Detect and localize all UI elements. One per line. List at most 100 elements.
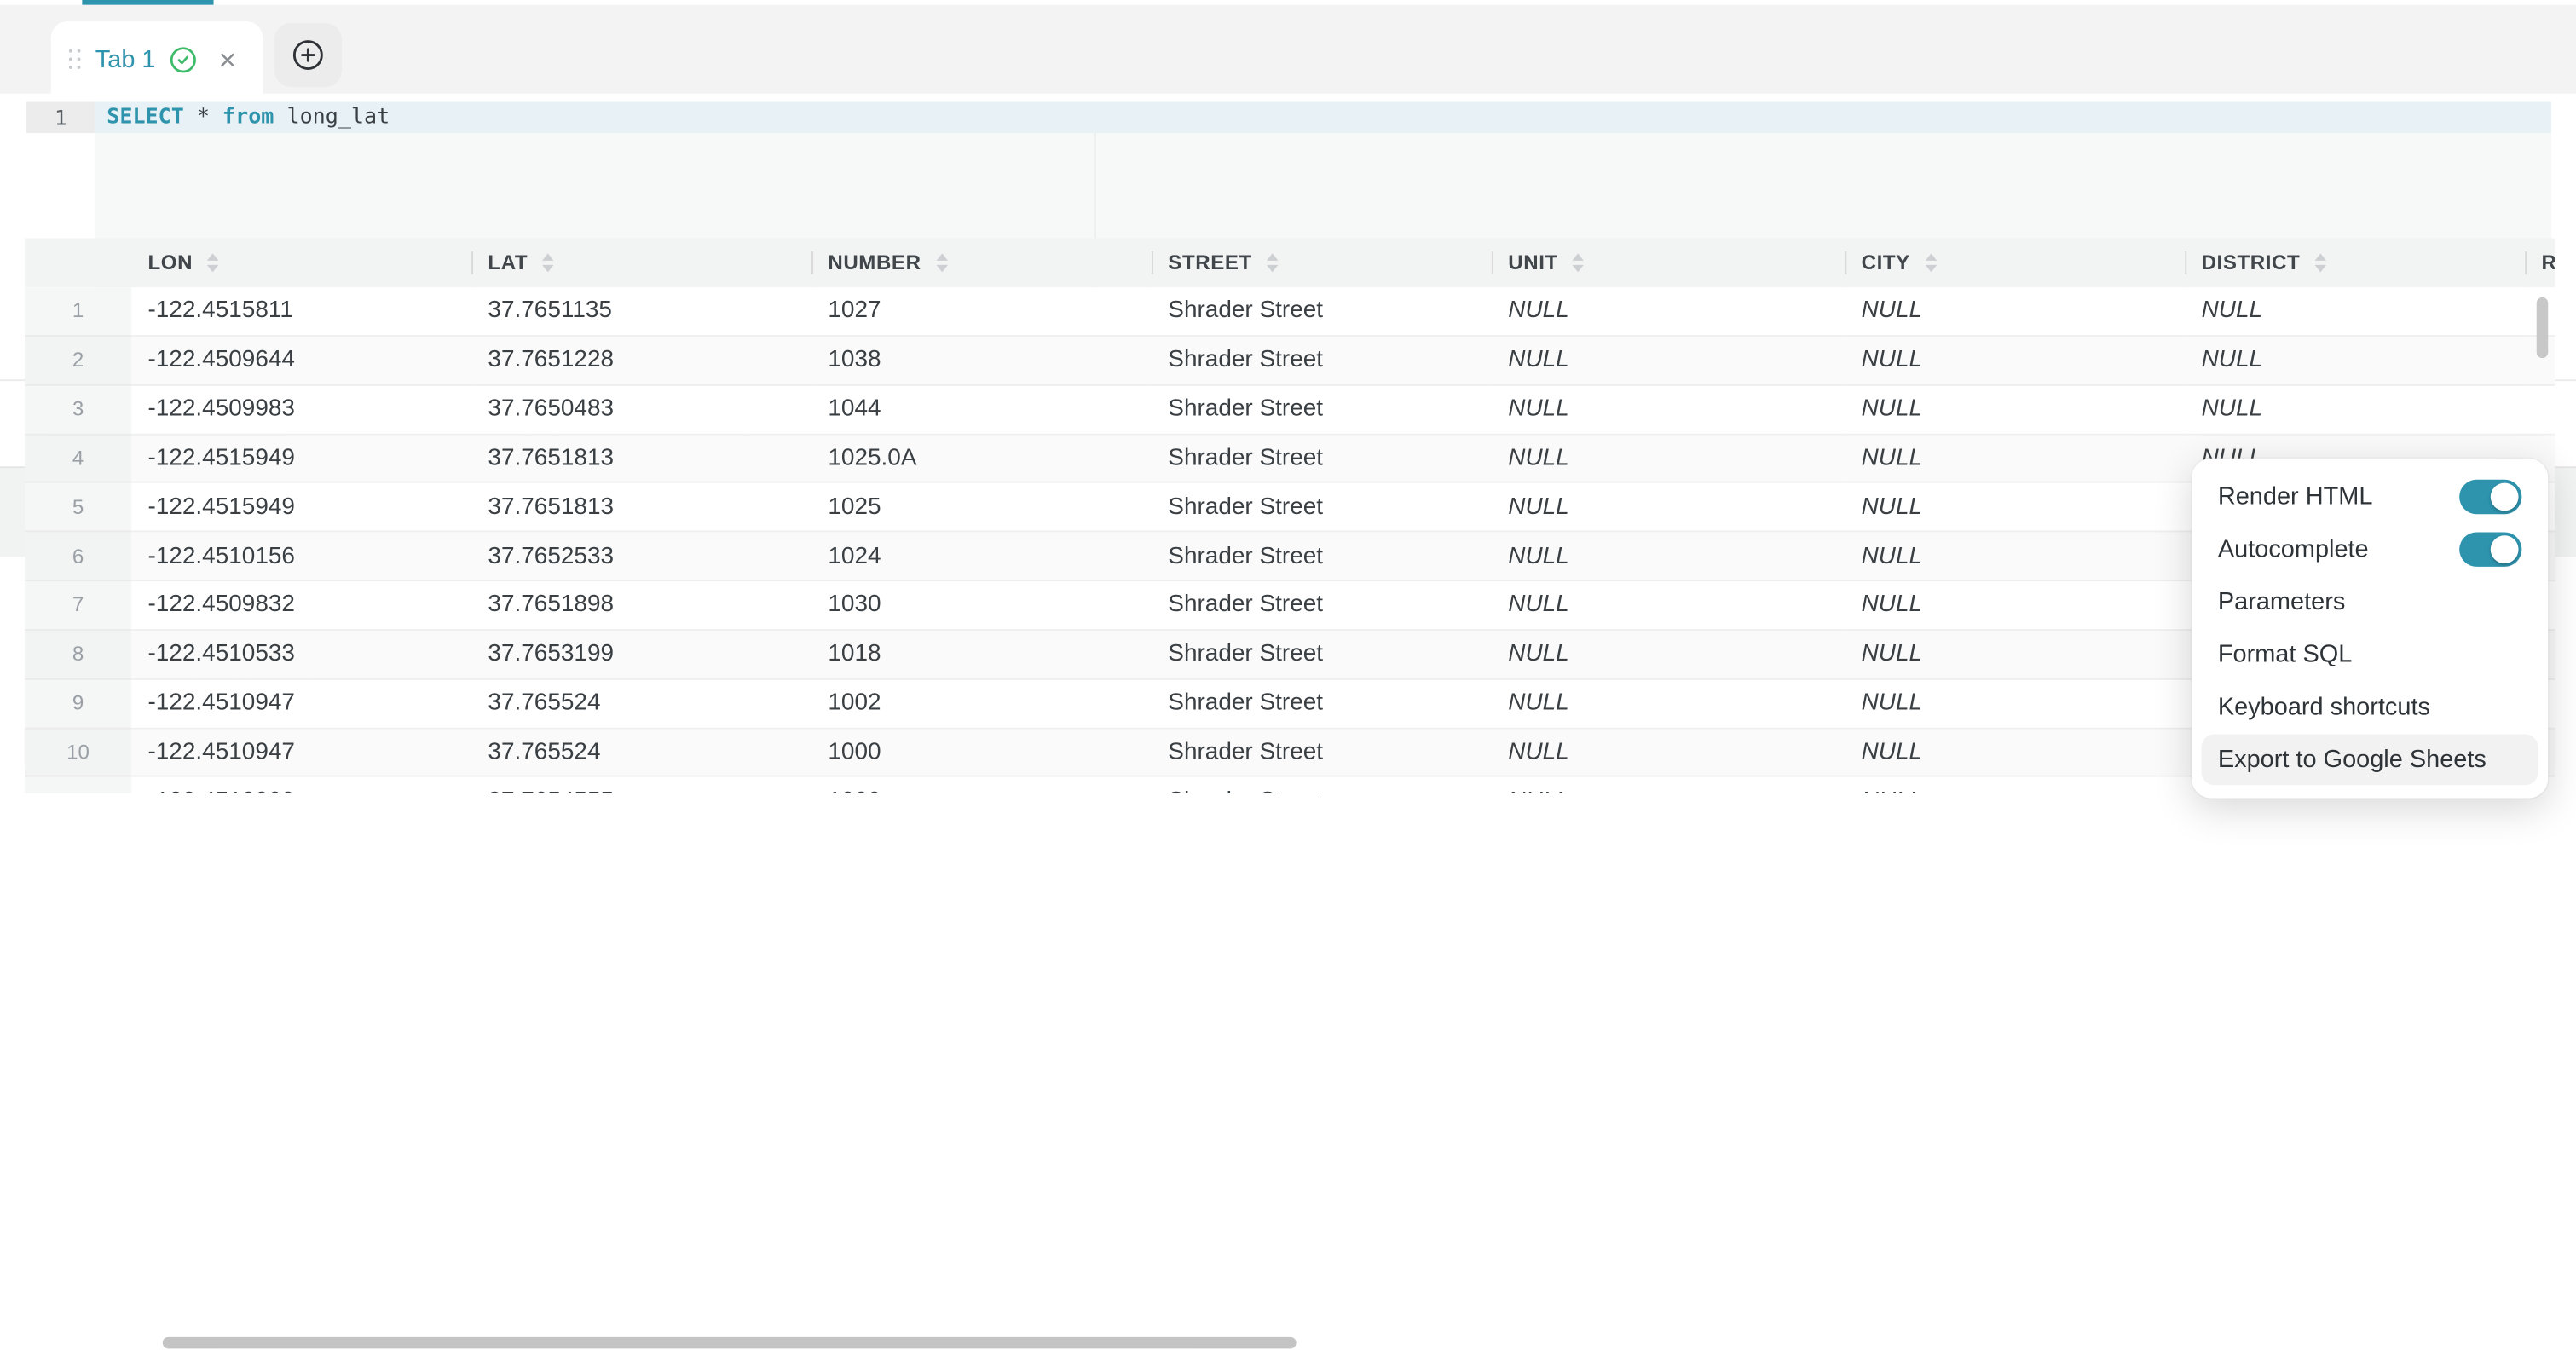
table-cell: 37.7652533 — [471, 533, 811, 582]
table-cell: 37.765524 — [471, 729, 811, 778]
horizontal-scrollbar[interactable] — [163, 1337, 1297, 1348]
table-cell: 37.7651135 — [471, 287, 811, 337]
table-row: 11-122.451090937.76545551000Shrader Stre… — [25, 777, 2555, 793]
column-header-number[interactable]: NUMBER — [811, 238, 1152, 287]
table-cell: 1038 — [811, 337, 1152, 386]
menu-item-autocomplete[interactable]: Autocomplete — [2202, 524, 2538, 575]
table-cell: -122.4509983 — [131, 385, 471, 435]
menu-item-label: Render HTML — [2218, 483, 2373, 511]
sort-arrows-icon — [936, 253, 947, 272]
table-cell: NULL — [1492, 287, 1845, 337]
header-corner-cell — [25, 238, 131, 287]
table-cell: NULL — [1492, 729, 1845, 778]
plus-circle-icon — [291, 38, 325, 72]
table-cell: 37.7651228 — [471, 337, 811, 386]
row-number: 7 — [25, 581, 131, 631]
table-cell: -122.4510533 — [131, 631, 471, 680]
table-cell: -122.4510156 — [131, 533, 471, 582]
menu-item-format-sql[interactable]: Format SQL — [2202, 629, 2538, 680]
table-cell: Shrader Street — [1152, 483, 1492, 533]
table-row: 9-122.451094737.7655241002Shrader Street… — [25, 679, 2555, 729]
row-number: 11 — [25, 777, 131, 793]
table-cell: NULL — [1492, 435, 1845, 484]
table-cell: NULL — [1492, 337, 1845, 386]
table-cell: NULL — [1845, 631, 2185, 680]
column-header-street[interactable]: STREET — [1152, 238, 1492, 287]
table-cell: 37.7654555 — [471, 777, 811, 793]
table-row: 2-122.450964437.76512281038Shrader Stree… — [25, 337, 2555, 386]
table-cell: NULL — [1492, 679, 1845, 729]
row-number: 9 — [25, 679, 131, 729]
results-table: LONLATNUMBERSTREETUNITCITYDISTRICTRE 1-1… — [25, 238, 2555, 793]
tab-1[interactable]: Tab 1 — [51, 21, 263, 99]
table-cell: Shrader Street — [1152, 287, 1492, 337]
menu-item-label: Keyboard shortcuts — [2218, 693, 2430, 721]
table-cell: -122.4509644 — [131, 337, 471, 386]
sort-arrows-icon — [543, 253, 554, 272]
menu-item-render-html[interactable]: Render HTML — [2202, 471, 2538, 522]
table-cell: 1025 — [811, 483, 1152, 533]
table-row: 4-122.451594937.76518131025.0AShrader St… — [25, 435, 2555, 484]
menu-item-parameters[interactable]: Parameters — [2202, 576, 2538, 627]
table-row: 8-122.451053337.76531991018Shrader Stree… — [25, 631, 2555, 680]
table-row: 1-122.451581137.76511351027Shrader Stree… — [25, 287, 2555, 337]
table-cell: Shrader Street — [1152, 581, 1492, 631]
table-cell: 37.7651898 — [471, 581, 811, 631]
table-cell: 1044 — [811, 385, 1152, 435]
table-cell: NULL — [1845, 581, 2185, 631]
table-cell: 1000 — [811, 729, 1152, 778]
table-cell: 1000 — [811, 777, 1152, 793]
toggle-switch[interactable] — [2459, 532, 2521, 566]
table-cell: 37.7651813 — [471, 483, 811, 533]
tab-label: Tab 1 — [95, 46, 156, 74]
table-cell: NULL — [1845, 337, 2185, 386]
row-number: 2 — [25, 337, 131, 386]
new-tab-button[interactable] — [274, 23, 342, 87]
column-header-lat[interactable]: LAT — [471, 238, 811, 287]
table-cell: -122.4510947 — [131, 729, 471, 778]
vertical-scrollbar[interactable] — [2537, 297, 2548, 358]
table-cell: NULL — [2185, 287, 2525, 337]
sort-arrows-icon — [2315, 253, 2326, 272]
table-row: 3-122.450998337.76504831044Shrader Stree… — [25, 385, 2555, 435]
column-header-city[interactable]: CITY — [1845, 238, 2185, 287]
table-cell: NULL — [1492, 533, 1845, 582]
table-cell: NULL — [1492, 581, 1845, 631]
sort-arrows-icon — [1925, 253, 1936, 272]
table-cell: -122.4510947 — [131, 679, 471, 729]
table-cell: Shrader Street — [1152, 679, 1492, 729]
menu-item-export-to-google-sheets[interactable]: Export to Google Sheets — [2202, 735, 2538, 786]
row-number: 5 — [25, 483, 131, 533]
table-cell: NULL — [1845, 679, 2185, 729]
table-cell: 37.7650483 — [471, 385, 811, 435]
table-cell: -122.4510909 — [131, 777, 471, 793]
table-row: 5-122.451594937.76518131025Shrader Stree… — [25, 483, 2555, 533]
table-cell: 1025.0A — [811, 435, 1152, 484]
column-header-re[interactable]: RE — [2525, 238, 2555, 287]
row-number: 3 — [25, 385, 131, 435]
table-cell: -122.4515811 — [131, 287, 471, 337]
sort-arrows-icon — [1573, 253, 1584, 272]
table-cell: Shrader Street — [1152, 385, 1492, 435]
drag-dots-icon[interactable] — [69, 49, 82, 71]
table-cell: NULL — [1845, 533, 2185, 582]
table-header-row: LONLATNUMBERSTREETUNITCITYDISTRICTRE — [25, 238, 2555, 287]
code-line[interactable]: SELECT * from long_lat — [95, 101, 2551, 133]
column-header-unit[interactable]: UNIT — [1492, 238, 1845, 287]
close-icon[interactable] — [217, 49, 238, 71]
column-header-lon[interactable]: LON — [131, 238, 471, 287]
column-header-district[interactable]: DISTRICT — [2185, 238, 2525, 287]
toggle-switch[interactable] — [2459, 480, 2521, 514]
table-row: 7-122.450983237.76518981030Shrader Stree… — [25, 581, 2555, 631]
menu-item-label: Parameters — [2218, 588, 2345, 616]
menu-item-keyboard-shortcuts[interactable]: Keyboard shortcuts — [2202, 682, 2538, 733]
menu-item-label: Autocomplete — [2218, 535, 2369, 563]
sort-arrows-icon — [207, 253, 218, 272]
line-number: 1 — [26, 101, 95, 133]
table-cell — [2525, 385, 2555, 435]
table-cell: NULL — [1492, 631, 1845, 680]
table-cell: Shrader Street — [1152, 777, 1492, 793]
row-number: 1 — [25, 287, 131, 337]
table-cell: -122.4515949 — [131, 435, 471, 484]
table-cell: NULL — [1845, 483, 2185, 533]
